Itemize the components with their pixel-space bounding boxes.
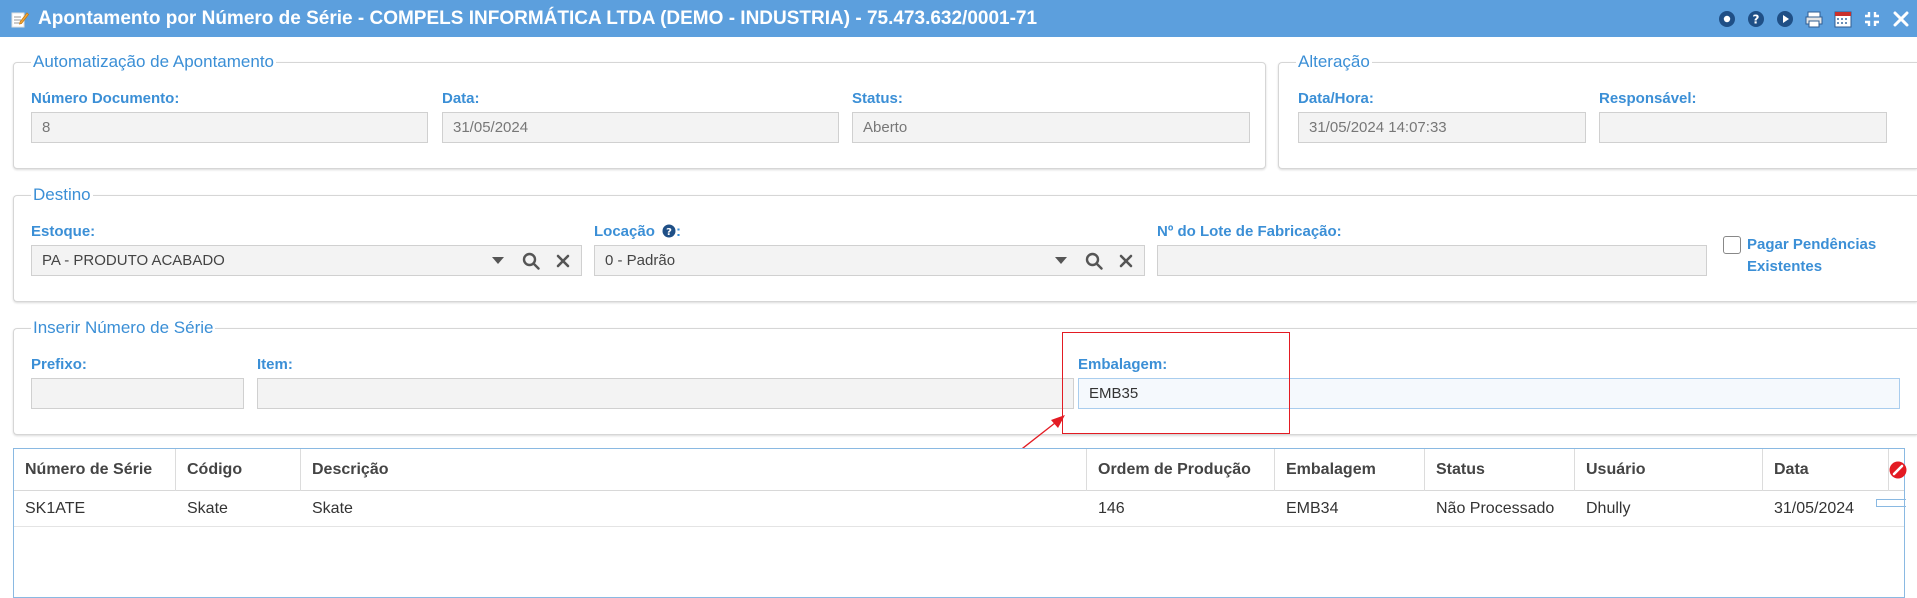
lote-label: Nº do Lote de Fabricação: [1157,223,1342,240]
locacao-select[interactable]: 0 - Padrão [594,245,1145,276]
prefixo-field[interactable] [31,378,244,409]
fieldset-automatizacao-legend: Automatização de Apontamento [31,52,276,72]
compress-icon[interactable] [1862,9,1882,29]
clear-icon[interactable] [1114,246,1138,275]
row-action-cell[interactable] [1876,499,1906,507]
fieldset-inserir-legend: Inserir Número de Série [31,318,216,338]
record-icon[interactable] [1717,9,1737,29]
locacao-value: 0 - Padrão [605,252,676,269]
chevron-down-icon[interactable] [488,246,508,275]
svg-text:?: ? [1753,12,1760,26]
clear-icon[interactable] [551,246,575,275]
fieldset-inserir: Inserir Número de Série Prefixo: Item: E… [13,318,1917,435]
estoque-label: Estoque: [31,223,96,240]
lote-field[interactable] [1157,245,1707,276]
locacao-label: Locação ? : [594,223,681,242]
column-header[interactable]: Número de Série [14,449,176,491]
estoque-value: PA - PRODUTO ACABADO [42,252,225,269]
table-cell: Skate [312,500,353,517]
edit-document-icon [10,9,30,29]
highlight-box [1062,332,1290,434]
search-icon[interactable] [519,246,543,275]
calendar-icon[interactable] [1833,9,1853,29]
fieldset-destino-legend: Destino [31,185,93,205]
table-cell: Dhully [1586,500,1631,517]
column-header[interactable]: Status [1425,449,1575,491]
help-icon[interactable]: ? [1746,9,1766,29]
table-cell: Não Processado [1436,500,1555,517]
row-divider [14,526,1904,527]
responsavel-label: Responsável: [1599,90,1697,107]
column-header[interactable]: Embalagem [1275,449,1425,491]
table-cell: EMB34 [1286,500,1339,517]
remove-icon[interactable] [1889,461,1907,479]
data-label: Data: [442,90,480,107]
numero-documento-field[interactable]: 8 [31,112,428,143]
pagar-pendencias-label[interactable]: Pagar Pendências Existentes [1747,234,1897,278]
locacao-label-suffix: : [676,223,682,240]
datahora-field[interactable]: 31/05/2024 14:07:33 [1298,112,1586,143]
pagar-pendencias-checkbox[interactable] [1723,236,1741,254]
window-toolbar: ? [1717,0,1911,37]
estoque-select[interactable]: PA - PRODUTO ACABADO [31,245,582,276]
column-header[interactable]: Usuário [1575,449,1763,491]
print-icon[interactable] [1804,9,1824,29]
table-cell: 146 [1098,500,1125,517]
svg-text:?: ? [666,227,672,238]
fieldset-destino: Destino Estoque: PA - PRODUTO ACABADO Lo… [13,185,1917,302]
chevron-down-icon[interactable] [1051,246,1071,275]
table-cell: Skate [187,500,228,517]
table-cell: 31/05/2024 [1774,500,1855,517]
item-label: Item: [257,356,293,373]
datahora-label: Data/Hora: [1298,90,1374,107]
responsavel-field[interactable] [1599,112,1887,143]
data-field[interactable]: 31/05/2024 [442,112,839,143]
play-icon[interactable] [1775,9,1795,29]
window-titlebar: Apontamento por Número de Série - COMPEL… [0,0,1917,37]
status-label: Status: [852,90,903,107]
fieldset-automatizacao: Automatização de Apontamento Número Docu… [13,52,1266,169]
locacao-label-text: Locação [594,223,655,240]
window-title: Apontamento por Número de Série - COMPEL… [38,7,1038,29]
search-icon[interactable] [1082,246,1106,275]
table-cell: SK1ATE [25,500,86,517]
status-field[interactable]: Aberto [852,112,1250,143]
table-header: Número de Série Código Descrição Ordem d… [14,449,1907,491]
prefixo-label: Prefixo: [31,356,87,373]
help-circle-icon[interactable]: ? [662,224,676,242]
item-field[interactable] [257,378,1074,409]
column-header[interactable]: Descrição [301,449,1087,491]
column-header[interactable]: Código [176,449,301,491]
close-icon[interactable] [1891,9,1911,29]
fieldset-alteracao-legend: Alteração [1296,52,1372,72]
numero-documento-label: Número Documento: [31,90,180,107]
fieldset-alteracao: Alteração Data/Hora: 31/05/2024 14:07:33… [1278,52,1917,169]
column-header[interactable]: Data [1763,449,1889,491]
serial-number-table: Número de Série Código Descrição Ordem d… [13,448,1907,598]
column-header[interactable]: Ordem de Produção [1087,449,1275,491]
